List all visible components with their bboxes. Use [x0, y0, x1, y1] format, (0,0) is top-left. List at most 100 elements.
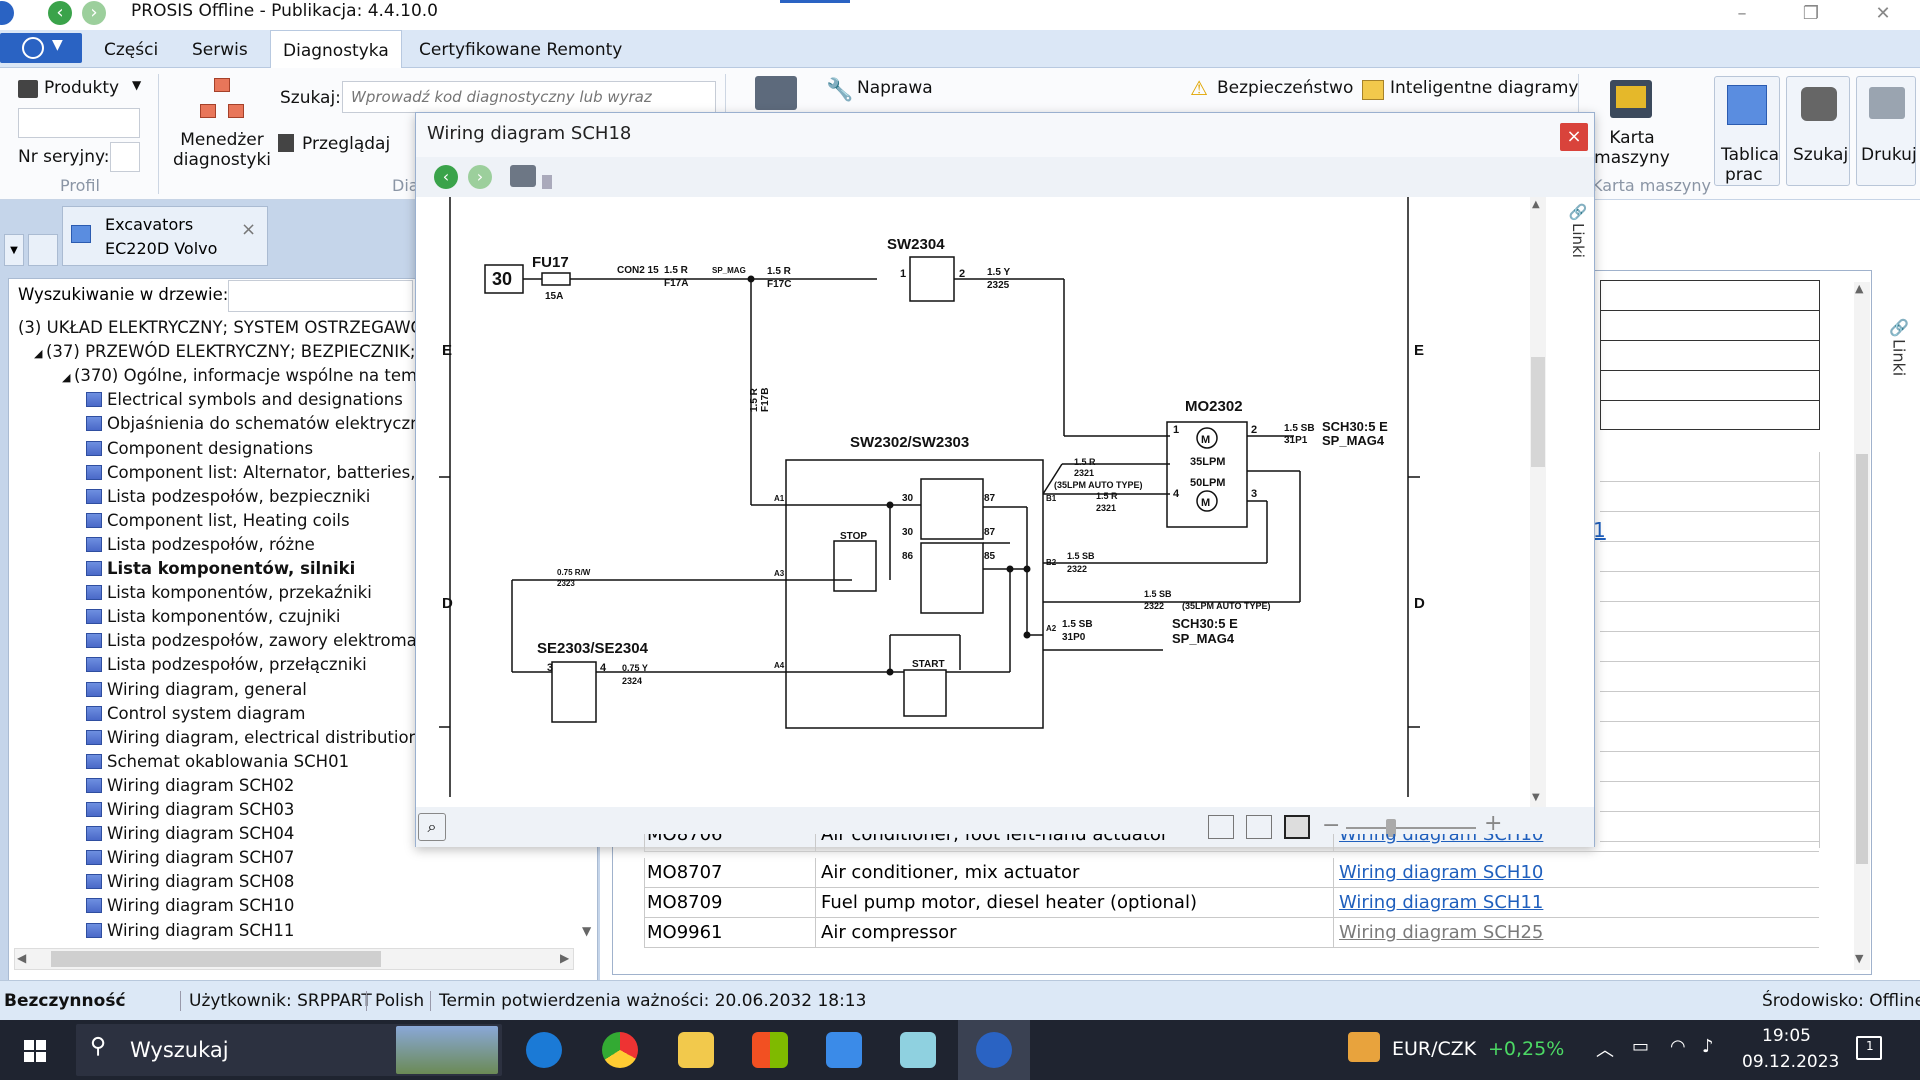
clock-date[interactable]: 09.12.2023 — [1742, 1052, 1839, 1072]
menu-serwis[interactable]: Serwis — [180, 30, 260, 68]
tree-item-label: Lista komponentów, przekaźniki — [107, 583, 372, 603]
tree-item[interactable]: Wiring diagram, general — [86, 680, 307, 704]
menu-diagnostyka[interactable]: Diagnostyka — [270, 30, 402, 69]
tree-item[interactable]: Lista podzespołów, bezpieczniki — [86, 487, 370, 511]
tree-item[interactable]: Lista komponentów, przekaźniki — [86, 583, 372, 607]
notifications-icon[interactable]: 1 — [1856, 1036, 1882, 1060]
wiring-diagram-link[interactable]: Wiring diagram SCH25 — [1339, 922, 1543, 943]
browse-button[interactable]: Przeglądaj — [302, 134, 390, 154]
tree-item[interactable]: Lista komponentów, silniki — [86, 559, 355, 583]
wiring-diagram-link[interactable]: Wiring diagram SCH11 — [1339, 892, 1543, 913]
tree-item[interactable]: Wiring diagram SCH02 — [86, 776, 294, 800]
store-icon[interactable] — [752, 1032, 788, 1068]
expand-arrow-icon[interactable]: ◢ — [34, 347, 46, 360]
close-tab-icon[interactable]: × — [241, 219, 256, 240]
tree-item[interactable]: Wiring diagram, electrical distribution … — [86, 728, 435, 752]
repair-button[interactable]: Naprawa — [857, 78, 933, 98]
diagnostic-tool-icon[interactable] — [755, 76, 797, 110]
back-icon[interactable]: ‹ — [48, 1, 72, 25]
print-button[interactable]: Drukuj — [1856, 76, 1917, 186]
tree-item[interactable]: Lista komponentów, czujniki — [86, 607, 340, 631]
dialog-links-tab[interactable]: 🔗 Linki — [1564, 203, 1592, 260]
tree-scroll-down-icon[interactable]: ▼ — [582, 924, 591, 938]
tree-item-label: Component list: Alternator, batteries, c — [107, 462, 430, 482]
tree-item[interactable]: Component list, Heating coils — [86, 511, 350, 535]
find-button[interactable]: Szukaj — [1786, 76, 1850, 186]
minimize-icon[interactable]: – — [1717, 0, 1767, 28]
close-dialog-button[interactable]: × — [1560, 123, 1588, 151]
products-dropdown[interactable]: Produkty — [44, 78, 119, 98]
diagnostics-manager-button[interactable]: Menedżer diagnostyki — [168, 130, 276, 170]
chevron-up-icon[interactable]: ︿ — [1596, 1036, 1614, 1062]
expand-arrow-icon[interactable]: ◢ — [62, 371, 74, 384]
hscroll-thumb[interactable] — [51, 951, 381, 967]
menu-certyfikowane-remonty[interactable]: Certyfikowane Remonty — [407, 30, 634, 68]
tree-search-input[interactable] — [228, 280, 413, 312]
currency-change: +0,25% — [1488, 1038, 1565, 1060]
forward-icon[interactable]: › — [468, 165, 492, 189]
wiring-diagram-link[interactable]: Wiring diagram SCH10 — [1339, 834, 1543, 845]
diagram-vscroll-thumb[interactable] — [1531, 357, 1545, 467]
tree-item[interactable]: Wiring diagram SCH07 — [86, 848, 294, 872]
tree-item[interactable]: Lista podzespołów, przełączniki — [86, 655, 367, 679]
links-panel-tab[interactable]: 🔗 Linki — [1884, 318, 1914, 378]
tree-item[interactable]: Lista podzespołów, różne — [86, 535, 315, 559]
back-icon[interactable]: ‹ — [434, 165, 458, 189]
document-icon[interactable] — [28, 234, 58, 266]
doc-tab[interactable]: Excavators EC220D Volvo × — [62, 206, 268, 266]
tree-item[interactable]: Schemat okablowania SCH01 — [86, 752, 349, 776]
product-field[interactable] — [18, 108, 140, 138]
taskbar-search[interactable]: ⚲ Wyszukaj — [76, 1024, 502, 1076]
wiring-diagram-link[interactable]: Wiring diagram SCH10 — [1339, 862, 1543, 883]
tree-item[interactable]: Wiring diagram SCH10 — [86, 896, 294, 920]
tree-item[interactable]: Wiring diagram SCH04 — [86, 824, 294, 848]
machine-card-icon — [1610, 80, 1652, 118]
tree-item[interactable]: Wiring diagram SCH11 — [86, 921, 294, 944]
zoom-in-icon[interactable]: + — [1484, 811, 1502, 836]
smart-diagrams-button[interactable]: Inteligentne diagramy — [1390, 78, 1578, 98]
start-label: START — [912, 659, 945, 670]
diagnostic-search-input[interactable] — [342, 81, 716, 113]
app-icon[interactable] — [900, 1032, 936, 1068]
safety-button[interactable]: Bezpieczeństwo — [1217, 78, 1353, 98]
volume-icon[interactable]: ♪ — [1702, 1036, 1714, 1057]
file-explorer-icon[interactable] — [678, 1032, 714, 1068]
wire7-b: 2322 — [1067, 564, 1087, 574]
zoom-slider[interactable] — [1346, 827, 1476, 829]
zoom-search-icon[interactable]: ⌕ — [418, 813, 446, 841]
tree-item[interactable]: Control system diagram — [86, 704, 305, 728]
chrome-icon[interactable] — [602, 1032, 638, 1068]
vscroll-thumb[interactable] — [1856, 454, 1868, 864]
battery-icon[interactable]: ▭ — [1632, 1036, 1649, 1057]
print-icon[interactable] — [510, 165, 536, 187]
wire1-a: 1.5 R — [664, 265, 689, 276]
windows-start-icon[interactable] — [24, 1040, 46, 1062]
edge-icon[interactable] — [526, 1032, 562, 1068]
tables-button[interactable]: Tablica prac — [1714, 76, 1780, 186]
app-menu-button[interactable]: ▼ — [0, 33, 82, 63]
dropdown-icon[interactable]: ▼ — [4, 234, 24, 266]
tree-item[interactable]: Electrical symbols and designations — [86, 390, 403, 414]
machine-card-button[interactable]: Karta maszyny — [1594, 128, 1670, 168]
tree-item[interactable]: ◢ (370) Ogólne, informacje wspólne na te… — [62, 366, 427, 390]
tree-item[interactable]: Component designations — [86, 439, 313, 463]
tree-item[interactable]: Objaśnienia do schematów elektryczny — [86, 414, 430, 438]
restore-icon[interactable]: ❐ — [1786, 0, 1836, 28]
wifi-icon[interactable]: ◠ — [1670, 1036, 1686, 1057]
tree-hscrollbar[interactable]: ◀ ▶ — [14, 948, 574, 970]
menu-czesci[interactable]: Części — [92, 30, 170, 68]
serial-input[interactable] — [110, 142, 140, 172]
right-vscrollbar[interactable]: ▲ ▼ — [1854, 282, 1870, 970]
tree-item[interactable]: Wiring diagram SCH03 — [86, 800, 294, 824]
mail-icon[interactable] — [826, 1032, 862, 1068]
tree-item[interactable]: Component list: Alternator, batteries, c — [86, 463, 430, 487]
tree-item[interactable]: Lista podzespołów, zawory elektromag — [86, 631, 427, 655]
forward-icon[interactable]: › — [82, 1, 106, 25]
prosis-taskbar-button[interactable] — [958, 1020, 1030, 1080]
tree-item[interactable]: ◢ (37) PRZEWÓD ELEKTRYCZNY; BEZPIECZNIK;… — [34, 342, 431, 366]
diagram-vscrollbar[interactable]: ▲ ▼ — [1530, 197, 1546, 807]
tree-item[interactable]: (3) UKŁAD ELEKTRYCZNY; SYSTEM OSTRZEGAWC… — [18, 318, 433, 342]
clock-time[interactable]: 19:05 — [1762, 1026, 1811, 1046]
tree-item[interactable]: Wiring diagram SCH08 — [86, 872, 294, 896]
close-window-icon[interactable]: ✕ — [1858, 0, 1908, 28]
